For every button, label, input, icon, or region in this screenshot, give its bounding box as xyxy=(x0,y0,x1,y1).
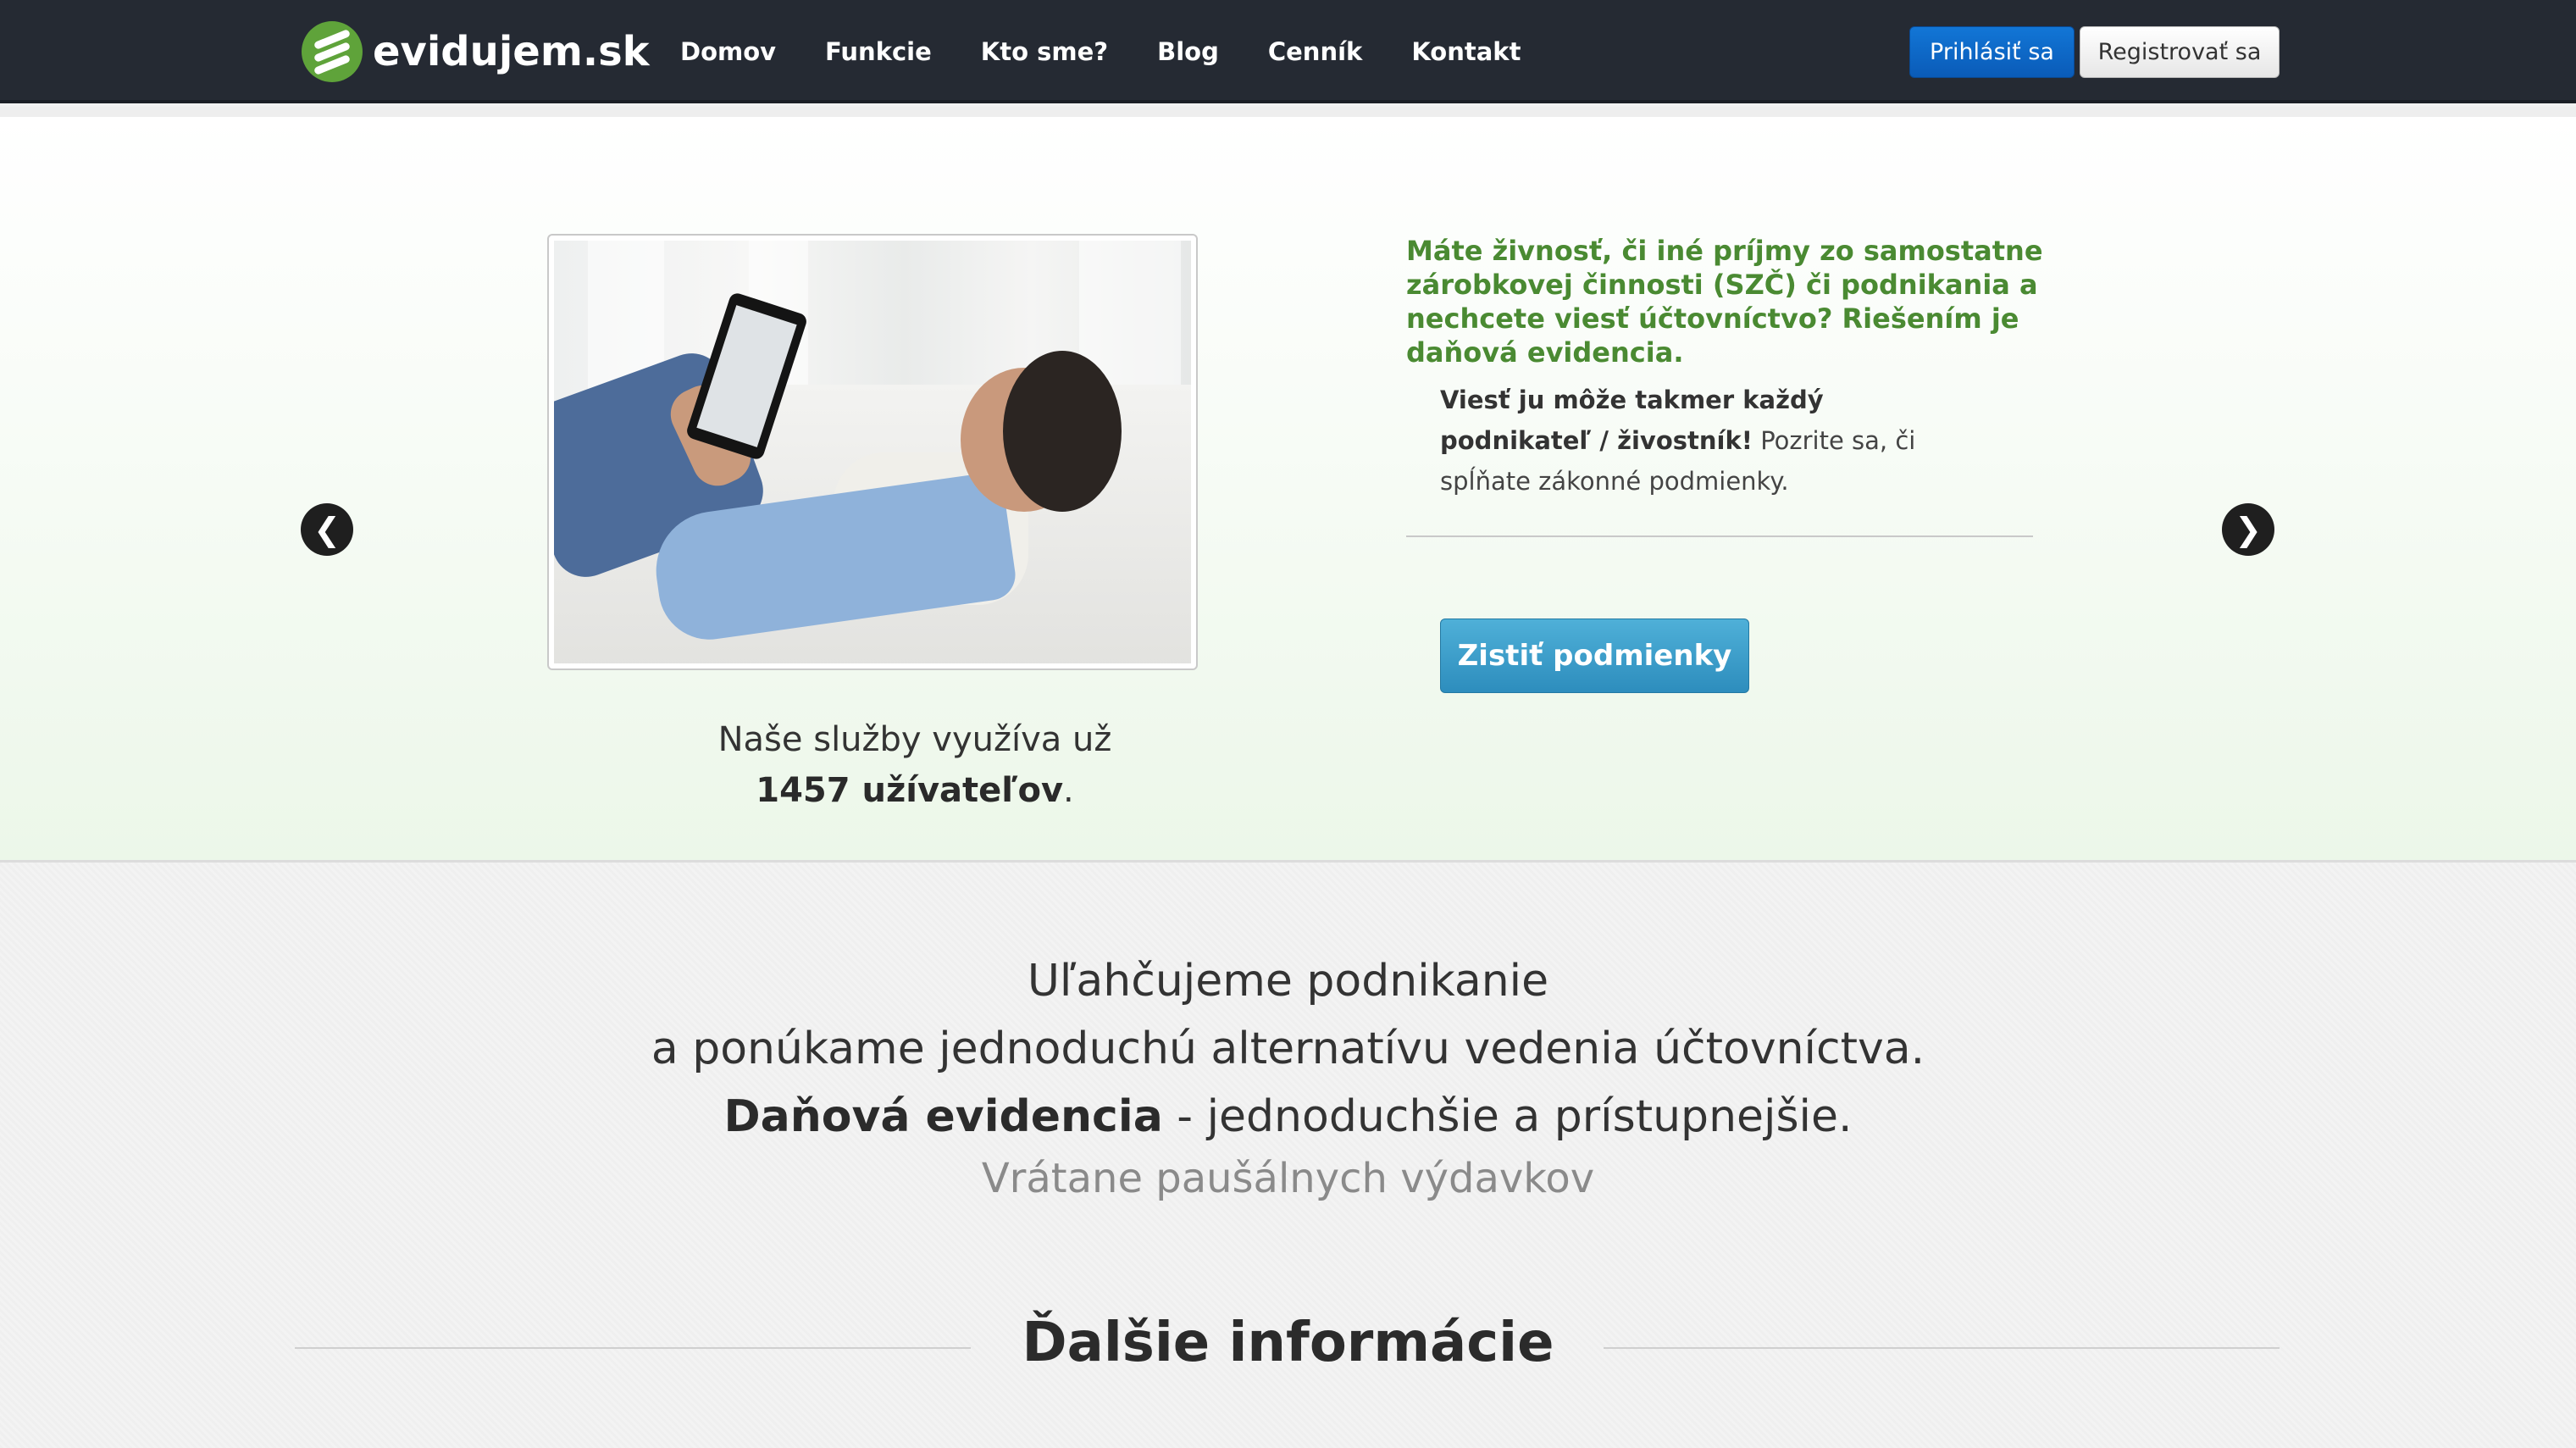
intro-section: Uľahčujeme podnikanie a ponúkame jednodu… xyxy=(0,863,2576,1448)
intro-subtitle: Vrátane paušálnych výdavkov xyxy=(981,1155,1595,1202)
carousel-prev-icon[interactable]: ❮ xyxy=(301,503,353,556)
main-nav: Domov Funkcie Kto sme? Blog Cenník Konta… xyxy=(680,0,1570,103)
hero-carousel: ❮ ❯ Naše služby využíva už 1457 užívateľ… xyxy=(0,107,2576,863)
nav-item-blog[interactable]: Blog xyxy=(1157,37,1219,66)
nav-item-kto-sme[interactable]: Kto sme? xyxy=(981,37,1108,66)
top-navbar: evidujem.sk Domov Funkcie Kto sme? Blog … xyxy=(0,0,2576,103)
logo-icon xyxy=(302,21,363,82)
check-conditions-button[interactable]: Zistiť podmienky xyxy=(1440,619,1749,693)
hero-image xyxy=(554,241,1191,663)
hero-lead: Máte živnosť, či iné príjmy zo samostatn… xyxy=(1406,235,2043,369)
section-rule-left xyxy=(295,1347,971,1349)
caption-period: . xyxy=(1063,771,1074,810)
tagline-line2: a ponúkame jednoduchú alternatívu vedeni… xyxy=(651,1024,1925,1074)
hero-subtext: Viesť ju môže takmer každý podnikateľ / … xyxy=(1440,380,1982,502)
hero-divider xyxy=(1406,535,2033,537)
nav-item-cennik[interactable]: Cenník xyxy=(1268,37,1362,66)
nav-item-domov[interactable]: Domov xyxy=(680,37,776,66)
users-count-caption: Naše služby využíva už 1457 užívateľov. xyxy=(618,714,1211,816)
tagline-bold: Daňová evidencia xyxy=(723,1091,1163,1142)
logo-text: evidujem.sk xyxy=(373,28,650,75)
register-button[interactable]: Registrovať sa xyxy=(2080,26,2280,78)
users-count: 1457 užívateľov xyxy=(756,771,1064,810)
caption-line1: Naše služby využíva už xyxy=(717,720,1112,759)
intro-tagline: Uľahčujeme podnikanie a ponúkame jednodu… xyxy=(424,947,2152,1151)
site-logo[interactable]: evidujem.sk xyxy=(302,20,650,83)
more-info-heading: Ďalšie informácie xyxy=(1022,1312,1554,1374)
nav-item-kontakt[interactable]: Kontakt xyxy=(1411,37,1521,66)
nav-item-funkcie[interactable]: Funkcie xyxy=(825,37,932,66)
section-rule-right xyxy=(1604,1347,2280,1349)
hero-image-frame xyxy=(547,234,1198,670)
tagline-line1: Uľahčujeme podnikanie xyxy=(1027,956,1549,1007)
tagline-line3-rest: - jednoduchšie a prístupnejšie. xyxy=(1162,1091,1853,1142)
login-button[interactable]: Prihlásiť sa xyxy=(1909,26,2075,78)
carousel-next-icon[interactable]: ❯ xyxy=(2222,503,2274,556)
